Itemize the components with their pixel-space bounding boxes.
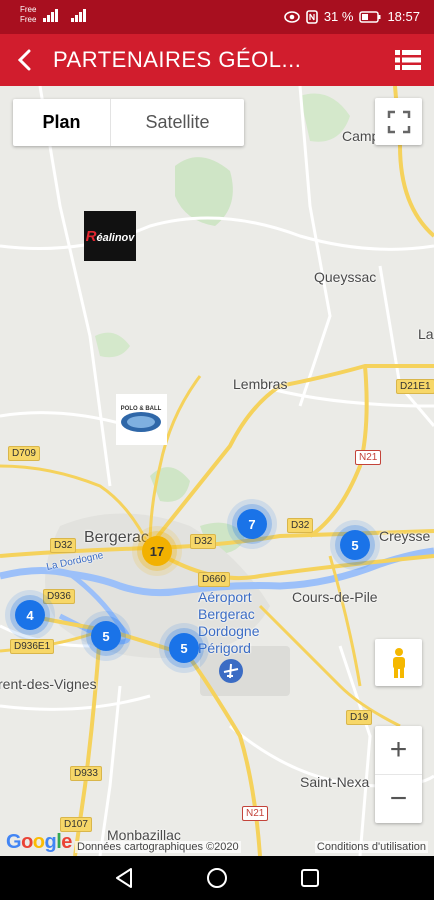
- map-data-credit: Données cartographiques ©2020: [75, 841, 241, 853]
- carrier-1: Free: [20, 5, 37, 14]
- road-d32-c: D32: [287, 518, 314, 533]
- screen: Free Free 31 % 18:57 PARTENAIRES GÉOL...: [0, 0, 434, 900]
- zoom-out-button[interactable]: −: [375, 775, 422, 823]
- map-view[interactable]: Camp Queyssac La Lembras Bergerac Creyss…: [0, 86, 434, 856]
- map-type-satellite-button[interactable]: Satellite: [110, 99, 244, 146]
- status-right: 31 % 18:57: [284, 9, 420, 24]
- zoom-in-button[interactable]: +: [375, 727, 422, 775]
- pegman-icon: [392, 647, 405, 678]
- carrier-labels: Free Free: [20, 5, 36, 25]
- battery-percent: 31 %: [323, 9, 354, 24]
- place-cours-de-pile: Cours-de-Pile: [292, 589, 378, 605]
- fullscreen-button[interactable]: [375, 98, 422, 145]
- place-aeroport-bergerac: Bergerac: [198, 606, 255, 622]
- map-type-control: Plan Satellite: [13, 99, 244, 146]
- place-aeroport-perigord: Périgord: [198, 640, 251, 656]
- cluster-marker-4[interactable]: 4: [15, 600, 45, 630]
- road-d933: D933: [70, 766, 102, 781]
- app-bar: PARTENAIRES GÉOL...: [0, 34, 434, 86]
- place-camp: Camp: [342, 128, 380, 144]
- svg-text:POLO & BALL: POLO & BALL: [121, 406, 162, 412]
- fullscreen-icon: [387, 110, 410, 133]
- map-canvas: [0, 86, 434, 856]
- road-d660: D660: [198, 572, 230, 587]
- nav-back-button[interactable]: [110, 864, 138, 892]
- place-lembras: Lembras: [233, 376, 288, 392]
- road-d19: D19: [346, 710, 373, 725]
- terms-link[interactable]: Conditions d'utilisation: [314, 841, 428, 853]
- circle-home-icon: [207, 868, 227, 888]
- signal-icon: [43, 9, 58, 22]
- road-d21e1: D21E1: [396, 379, 434, 394]
- road-d32-b: D32: [190, 534, 217, 549]
- nfc-icon: [306, 9, 318, 24]
- navigation-bar: [0, 856, 434, 900]
- place-bergerac: Bergerac: [84, 529, 149, 546]
- road-d709: D709: [8, 446, 40, 461]
- street-view-button[interactable]: [375, 639, 422, 686]
- nav-recents-button[interactable]: [296, 864, 324, 892]
- place-saint-nexans: Saint-Nexa: [300, 774, 370, 790]
- map-type-plan-button[interactable]: Plan: [13, 99, 110, 146]
- airport-icon: [219, 659, 243, 683]
- partner-marker-realinov[interactable]: Réalinov: [84, 211, 136, 261]
- place-vignes: rent-des-Vignes: [0, 676, 97, 692]
- eye-icon: [284, 10, 300, 23]
- status-bar: Free Free 31 % 18:57: [0, 0, 434, 34]
- road-d936e1: D936E1: [10, 639, 55, 654]
- zoom-control: + −: [375, 726, 422, 823]
- page-title: PARTENAIRES GÉOL...: [53, 47, 302, 72]
- realinov-logo: Réalinov: [85, 227, 135, 245]
- triangle-back-icon: [116, 868, 132, 888]
- place-aeroport: Aéroport: [198, 589, 252, 605]
- clock: 18:57: [387, 9, 420, 24]
- battery-icon: [359, 10, 381, 23]
- signal-icon-2: [71, 9, 86, 22]
- polo-logo: POLO & BALL: [121, 406, 162, 432]
- list-view-icon: [395, 50, 421, 70]
- back-arrow-icon: [17, 49, 31, 71]
- cluster-marker-5-south[interactable]: 5: [169, 633, 199, 663]
- map-attribution: Google Données cartographiques ©2020 Con…: [0, 831, 434, 856]
- road-d936: D936: [43, 589, 75, 604]
- cluster-marker-17[interactable]: 17: [142, 536, 172, 566]
- cluster-marker-5-west[interactable]: 5: [91, 621, 121, 651]
- place-queyssac: Queyssac: [314, 269, 377, 285]
- place-creysse: Creysse: [379, 528, 431, 544]
- place-aeroport-dordogne: Dordogne: [198, 623, 260, 639]
- road-d32-a: D32: [50, 538, 77, 553]
- google-logo: Google: [6, 831, 72, 853]
- place-la: La: [418, 326, 434, 342]
- back-button[interactable]: [4, 40, 44, 80]
- nav-home-button[interactable]: [203, 864, 231, 892]
- cluster-marker-5-creysse[interactable]: 5: [340, 530, 370, 560]
- road-n21-north: N21: [355, 450, 382, 465]
- square-recents-icon: [301, 869, 319, 887]
- carrier-2: Free: [20, 15, 37, 24]
- partner-marker-polo[interactable]: POLO & BALL: [116, 394, 167, 445]
- list-view-button[interactable]: [390, 42, 426, 78]
- road-d107: D107: [60, 817, 92, 832]
- road-n21-south: N21: [242, 806, 269, 821]
- cluster-marker-7[interactable]: 7: [237, 509, 267, 539]
